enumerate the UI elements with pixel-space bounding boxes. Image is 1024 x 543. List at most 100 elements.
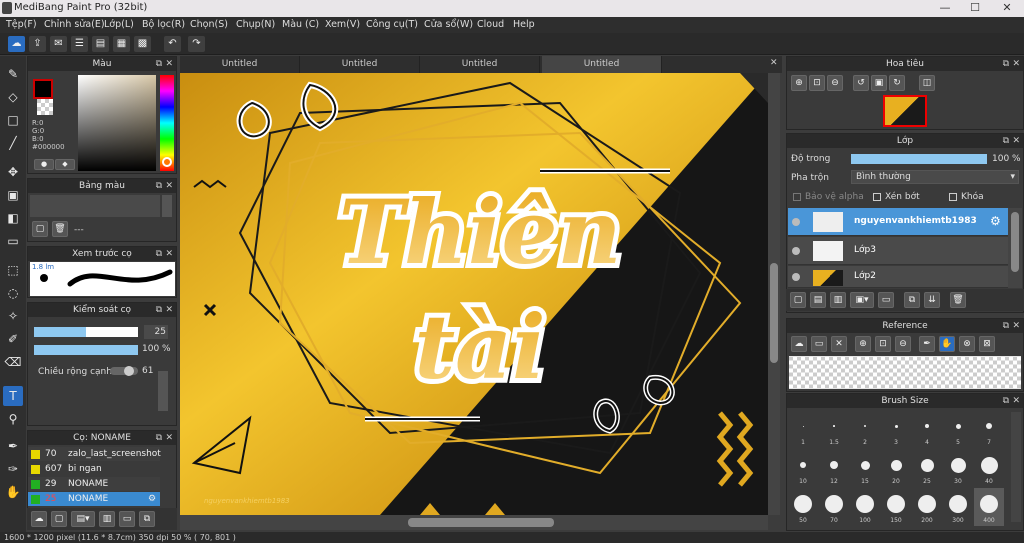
float-icon[interactable]: ⧉ xyxy=(156,431,162,445)
chat-icon[interactable]: ☰ xyxy=(71,36,88,52)
opacity-slider[interactable] xyxy=(34,345,138,355)
cloud-ref-icon[interactable]: ☁ xyxy=(791,336,807,352)
float-icon[interactable]: ⧉ xyxy=(1003,134,1009,148)
add-brush-icon[interactable]: ▤▾ xyxy=(71,511,95,527)
brush-size-cell[interactable]: 7 xyxy=(974,410,1004,448)
menu-layer[interactable]: Lớp(L) xyxy=(104,19,134,30)
undo-icon[interactable]: ↶ xyxy=(164,36,181,52)
brush-size-cell[interactable]: 30 xyxy=(943,449,973,487)
brush-item[interactable]: 607 bi ngan xyxy=(28,462,160,476)
menu-help[interactable]: Help xyxy=(513,19,535,30)
pen-tool-icon[interactable]: ✑ xyxy=(3,459,23,479)
close-ref-icon[interactable]: ✕ xyxy=(831,336,847,352)
move-tool-icon[interactable]: ✥ xyxy=(3,162,23,182)
close-icon[interactable]: ✕ xyxy=(1012,134,1020,148)
color-add-button[interactable]: ● xyxy=(34,159,54,170)
select-rect-icon[interactable]: ⬚ xyxy=(3,260,23,280)
menu-select[interactable]: Chọn(S) xyxy=(190,19,228,30)
layer-row[interactable]: Lớp2 xyxy=(788,266,1008,288)
brush-size-cell[interactable]: 100 xyxy=(850,488,880,526)
float-icon[interactable]: ⧉ xyxy=(1003,57,1009,71)
ref-eyedropper-icon[interactable]: ✒ xyxy=(919,336,935,352)
close-icon[interactable]: ✕ xyxy=(165,303,173,317)
float-icon[interactable]: ⧉ xyxy=(156,179,162,193)
comment-icon[interactable]: ✉ xyxy=(50,36,67,52)
shape-tool-icon[interactable]: □ xyxy=(3,110,23,130)
menu-color[interactable]: Màu (C) xyxy=(282,19,319,30)
brush-size-cell[interactable]: 400 xyxy=(974,488,1004,526)
text-tool-icon[interactable]: T xyxy=(3,386,23,406)
ref-rotate-icon[interactable]: ⊗ xyxy=(959,336,975,352)
grid-icon[interactable]: ▦ xyxy=(113,36,130,52)
tab-close-icon[interactable]: ✕ xyxy=(770,58,778,68)
canvas-vscrollbar[interactable] xyxy=(768,73,780,515)
actual-size-icon[interactable]: ▣ xyxy=(871,75,887,91)
brush-item[interactable]: 70 zalo_last_screenshot xyxy=(28,447,161,461)
float-icon[interactable]: ⧉ xyxy=(1003,319,1009,333)
menu-snap[interactable]: Chụp(N) xyxy=(236,19,275,30)
ref-fit-icon[interactable]: ⊡ xyxy=(875,336,891,352)
duplicate-icon[interactable]: ⧉ xyxy=(139,511,155,527)
brush-size-cell[interactable]: 200 xyxy=(912,488,942,526)
delete-palette-icon[interactable]: 🗑 xyxy=(52,221,68,237)
brush-size-cell[interactable]: 12 xyxy=(819,449,849,487)
new-palette-icon[interactable]: ▢ xyxy=(32,221,48,237)
select-eraser-icon[interactable]: ⌫ xyxy=(3,352,23,372)
hue-handle[interactable] xyxy=(162,157,172,167)
close-icon[interactable]: ✕ xyxy=(1012,394,1020,408)
brush-size-cell[interactable]: 1 xyxy=(788,410,818,448)
canvas[interactable]: Thiên tài nguyenvankhiemtb1983 xyxy=(180,73,768,515)
tab-untitled-2[interactable]: Untitled xyxy=(300,56,420,73)
lasso-icon[interactable]: ◌ xyxy=(3,283,23,303)
brush-size-cell[interactable]: 1.5 xyxy=(819,410,849,448)
copy-brush-icon[interactable]: ▥ xyxy=(99,511,115,527)
close-icon[interactable]: ✕ xyxy=(165,431,173,445)
visibility-icon[interactable] xyxy=(792,273,800,281)
brush-size-cell[interactable]: 70 xyxy=(819,488,849,526)
gear-icon[interactable]: ⚙ xyxy=(148,492,156,506)
ref-zoom-in-icon[interactable]: ⊕ xyxy=(855,336,871,352)
visibility-icon[interactable] xyxy=(792,247,800,255)
cloud-brush-icon[interactable]: ☁ xyxy=(31,511,47,527)
menu-tools[interactable]: Công cụ(T) xyxy=(366,19,418,30)
size-value[interactable]: 25 xyxy=(144,325,168,339)
brush-item[interactable]: 29 NONAME xyxy=(28,477,160,491)
layer-opacity-slider[interactable] xyxy=(851,154,987,164)
rotate-left-icon[interactable]: ↺ xyxy=(853,75,869,91)
zoom-in-icon[interactable]: ⊕ xyxy=(791,75,807,91)
ref-flip-icon[interactable]: ⊠ xyxy=(979,336,995,352)
rotate-right-icon[interactable]: ↻ xyxy=(889,75,905,91)
float-icon[interactable]: ⧉ xyxy=(156,247,162,261)
zoom-out-icon[interactable]: ⊖ xyxy=(827,75,843,91)
operation-tool-icon[interactable]: ⚲ xyxy=(3,409,23,429)
menu-file[interactable]: Tệp(F) xyxy=(6,19,37,30)
page-icon[interactable]: ▤ xyxy=(92,36,109,52)
hand-tool-icon[interactable]: ✋ xyxy=(3,482,23,502)
clipping-checkbox[interactable] xyxy=(873,193,881,201)
palette-scrollbar[interactable] xyxy=(162,195,172,217)
select-pen-icon[interactable]: ✐ xyxy=(3,329,23,349)
flip-icon[interactable]: ◫ xyxy=(919,75,935,91)
menu-filter[interactable]: Bộ lọc(R) xyxy=(142,19,185,30)
secondary-color-swatch[interactable] xyxy=(37,99,53,115)
canvas-hscrollbar[interactable] xyxy=(180,515,768,530)
layer-row[interactable]: Lớp3 xyxy=(788,237,1008,265)
minimize-button[interactable]: — xyxy=(930,0,960,17)
new-8bit-layer-icon[interactable]: ▥ xyxy=(830,292,846,308)
brush-size-cell[interactable]: 20 xyxy=(881,449,911,487)
close-icon[interactable]: ✕ xyxy=(1012,57,1020,71)
brush-size-cell[interactable]: 40 xyxy=(974,449,1004,487)
primary-color-swatch[interactable] xyxy=(33,79,53,99)
color-swap-button[interactable]: ◆ xyxy=(55,159,75,170)
close-icon[interactable]: ✕ xyxy=(165,247,173,261)
edge-width-slider[interactable] xyxy=(110,366,138,376)
line-tool-icon[interactable]: ╱ xyxy=(3,133,23,153)
new-brush-icon[interactable]: ▢ xyxy=(51,511,67,527)
float-icon[interactable]: ⧉ xyxy=(156,303,162,317)
fit-icon[interactable]: ⊡ xyxy=(809,75,825,91)
brush-control-scrollbar[interactable] xyxy=(158,371,168,411)
tab-untitled-3[interactable]: Untitled xyxy=(420,56,540,73)
gear-icon[interactable]: ⚙ xyxy=(990,214,1001,228)
brush-size-cell[interactable]: 4 xyxy=(912,410,942,448)
visibility-icon[interactable] xyxy=(792,218,800,226)
